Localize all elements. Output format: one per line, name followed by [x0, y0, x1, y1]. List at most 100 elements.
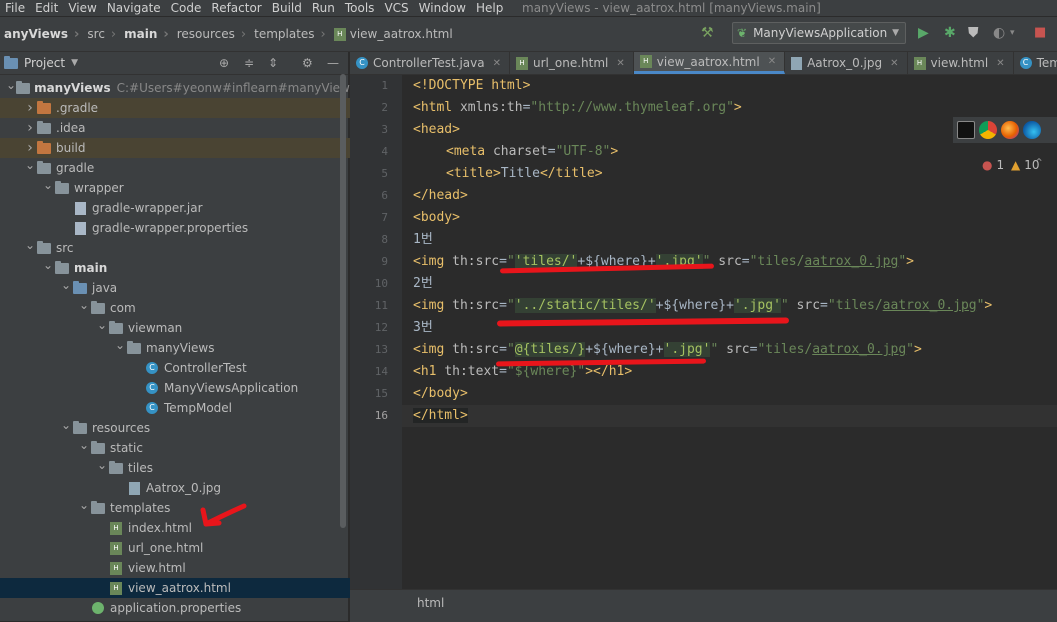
breadcrumb-file[interactable]: Hview_aatrox.html [330, 27, 453, 41]
tree-item-label: src [56, 241, 74, 255]
menu-view[interactable]: View [63, 0, 101, 16]
editor-tab[interactable]: Hview_aatrox.html ✕ [633, 52, 786, 74]
tree-item[interactable]: › .idea [0, 118, 364, 138]
tab-label: url_one.html [533, 56, 609, 70]
tree-item[interactable]: ⌄ wrapper [0, 178, 382, 198]
menu-tools[interactable]: Tools [340, 0, 380, 16]
chevron-right-icon[interactable]: › [24, 120, 36, 136]
chevron-down-icon[interactable]: ⌄ [6, 78, 16, 92]
close-icon[interactable]: ✕ [890, 58, 898, 69]
menu-navigate[interactable]: Navigate [102, 0, 166, 16]
firefox-icon[interactable] [1001, 121, 1019, 139]
expand-all-icon[interactable]: ⇕ [268, 56, 278, 70]
menu-vcs[interactable]: VCS [379, 0, 413, 16]
breadcrumb-project[interactable]: anyViews › [0, 27, 83, 42]
tree-item-label: viewman [128, 321, 183, 335]
editor-tab[interactable]: Hview.html ✕ [908, 52, 1014, 74]
chevron-up-icon[interactable]: ⌃ [1034, 156, 1044, 170]
code-line-5: <title>Title</title> [446, 166, 603, 181]
html-file-icon: H [108, 561, 124, 575]
more-chevron-icon[interactable]: ▾ [1010, 25, 1015, 41]
red-annotation-arrow [200, 503, 247, 527]
chrome-icon[interactable] [979, 121, 997, 139]
coverage-icon[interactable]: ⛊ [968, 25, 979, 41]
folder-icon [54, 260, 70, 275]
tree-item-label: view.html [128, 561, 186, 575]
hide-panel-icon[interactable]: — [327, 56, 339, 70]
chevron-down-icon[interactable]: ▼ [71, 58, 78, 68]
menu-window[interactable]: Window [414, 0, 471, 16]
tree-item[interactable]: › .gradle [0, 98, 364, 118]
editor-tab[interactable]: Aatrox_0.jpg ✕ [785, 52, 908, 74]
project-tree-scrollbar[interactable] [340, 74, 346, 528]
menu-code[interactable]: Code [166, 0, 207, 16]
chevron-down-icon[interactable]: ⌄ [114, 338, 126, 352]
chevron-right-icon[interactable]: › [24, 140, 36, 156]
tree-item-label: java [92, 281, 118, 295]
run-configuration-select[interactable]: ❦ ManyViewsApplication ▼ [732, 22, 906, 44]
chevron-down-icon[interactable]: ⌄ [42, 178, 54, 192]
editor-tabs: C ControllerTest.java ✕ Hurl_one.html ✕ Hview… [350, 52, 1057, 75]
close-icon[interactable]: ✕ [768, 56, 776, 67]
stop-icon[interactable]: ■ [1034, 25, 1046, 41]
editor-tab[interactable]: C ControllerTest.java ✕ [350, 52, 511, 74]
tree-item[interactable]: ⌄ gradle [0, 158, 364, 178]
chevron-down-icon[interactable]: ⌄ [24, 158, 36, 172]
editor-tab[interactable]: C TempMod [1014, 52, 1057, 74]
breadcrumb-src[interactable]: src › [83, 27, 120, 42]
menu-edit[interactable]: Edit [30, 0, 63, 16]
error-count[interactable]: ● 1 [982, 158, 1004, 172]
build-hammer-icon[interactable]: ⚒ [701, 25, 714, 41]
chevron-down-icon[interactable]: ⌄ [78, 498, 90, 512]
breadcrumb-resources[interactable]: resources › [173, 27, 250, 42]
chevron-down-icon[interactable]: ⌄ [96, 318, 108, 332]
code-line-16: </html> [413, 408, 468, 423]
chevron-down-icon[interactable]: ⌄ [42, 258, 54, 272]
chevron-down-icon[interactable]: ⌄ [78, 298, 90, 312]
chevron-down-icon[interactable]: ⌄ [24, 238, 36, 252]
tab-label: view_aatrox.html [656, 54, 760, 69]
line-number-gutter: 1 2 3 4 5 6 7 8 9 10 11 12 13 14 15 16 [350, 75, 402, 589]
chevron-down-icon[interactable]: ⌄ [96, 458, 108, 472]
code-line-7: <body> [413, 210, 460, 225]
tree-item[interactable]: ⌄ src [0, 238, 364, 258]
chevron-right-icon[interactable]: › [24, 100, 36, 116]
close-icon[interactable]: ✕ [616, 58, 624, 69]
class-icon: C [144, 401, 160, 415]
close-icon[interactable]: ✕ [996, 58, 1004, 69]
project-panel-title[interactable]: Project [24, 56, 65, 70]
tree-item[interactable]: ⌄ manyViews C:#Users#yeonw#inflearn#manyVi… [0, 78, 356, 98]
chevron-down-icon[interactable]: ⌄ [60, 278, 72, 292]
intellij-browser-icon[interactable] [957, 121, 975, 139]
menu-help[interactable]: Help [471, 0, 508, 16]
breadcrumb-templates[interactable]: templates › [250, 27, 330, 42]
menu-refactor[interactable]: Refactor [206, 0, 266, 16]
tree-item[interactable]: › build [0, 138, 364, 158]
close-icon[interactable]: ✕ [493, 58, 501, 69]
edge-icon[interactable] [1023, 121, 1041, 139]
code-line-3: <head> [413, 122, 460, 137]
editor-tab[interactable]: Hurl_one.html ✕ [510, 52, 634, 74]
locate-file-icon[interactable]: ⊕ [219, 56, 229, 70]
gear-icon[interactable]: ⚙ [302, 56, 313, 70]
menu-file[interactable]: File [0, 0, 30, 16]
debug-icon[interactable]: ✱ [944, 25, 956, 41]
run-icon[interactable]: ▶ [918, 25, 929, 41]
chevron-down-icon[interactable]: ⌄ [78, 438, 90, 452]
profile-icon[interactable]: ◐ [993, 25, 1005, 41]
breadcrumb-main[interactable]: main › [120, 27, 173, 42]
class-icon: C [144, 381, 160, 395]
menu-run[interactable]: Run [307, 0, 340, 16]
project-panel-header: Project ▼ ⊕ ≑ ⇕ ⚙ — [0, 52, 348, 75]
tree-item[interactable]: ⌄ main [0, 258, 382, 278]
tree-item-label: resources [92, 421, 151, 435]
code-editor[interactable]: 1 2 3 4 5 6 7 8 9 10 11 12 13 14 15 16 ● 1 ▲ 10 ⌃ <!DOCTY… [350, 75, 1057, 589]
error-icon: ● [982, 158, 993, 172]
editor-context-label[interactable]: html [417, 596, 444, 610]
chevron-down-icon[interactable]: ⌄ [60, 418, 72, 432]
collapse-all-icon[interactable]: ≑ [244, 56, 254, 70]
menu-build[interactable]: Build [267, 0, 307, 16]
html-file-icon: H [108, 581, 124, 595]
red-underline-annotation-2 [496, 317, 790, 327]
class-icon: C [144, 361, 160, 375]
